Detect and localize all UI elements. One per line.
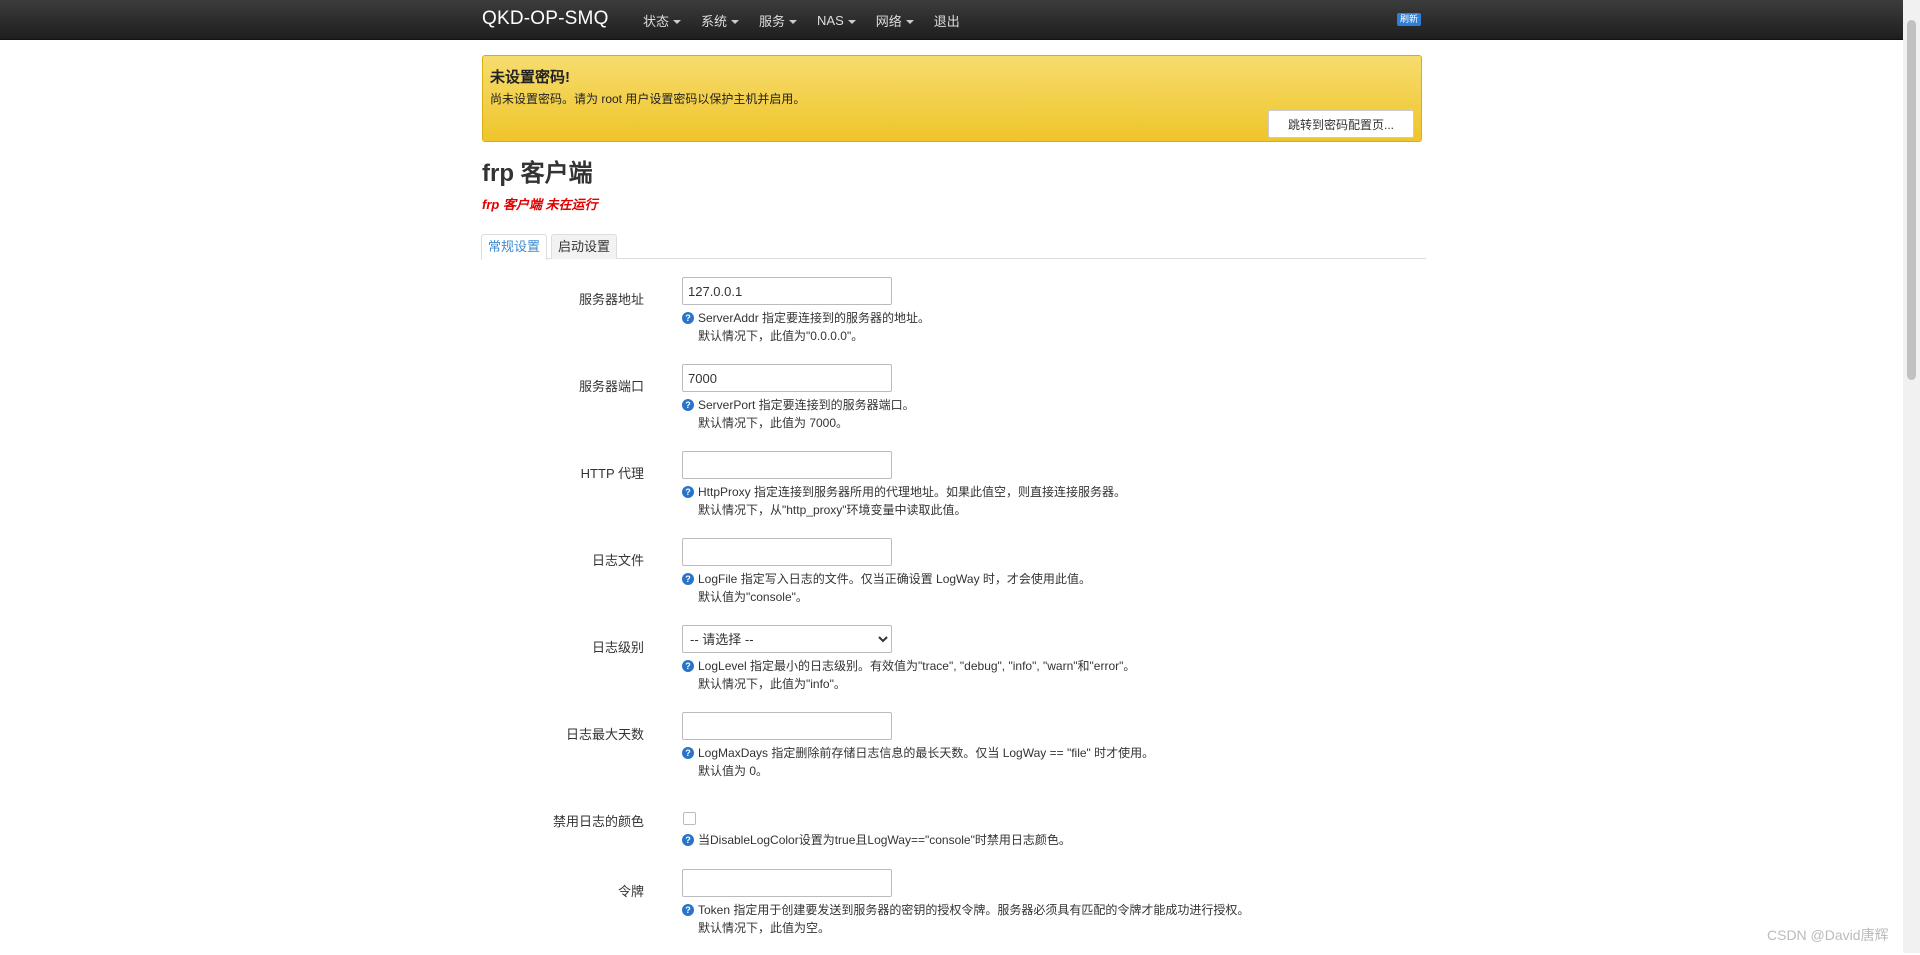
nav-item-logout[interactable]: 退出 bbox=[934, 11, 960, 30]
server-port-label: 服务器端口 bbox=[578, 379, 644, 394]
http-proxy-help: ? HttpProxy 指定连接到服务器所用的代理地址。如果此值空，则直接连接服务… bbox=[682, 483, 1126, 500]
form-row-server-addr: 服务器地址 ?ServerAddr 指定要连接到的服务器的地址。 默认情况下，此… bbox=[482, 277, 1422, 363]
tab-general-settings[interactable]: 常规设置 bbox=[481, 234, 548, 260]
server-addr-input[interactable] bbox=[682, 277, 892, 305]
goto-password-button[interactable]: 跳转到密码配置页... bbox=[1268, 110, 1414, 138]
log-file-help-default: 默认值为"console"。 bbox=[698, 590, 808, 604]
help-icon: ? bbox=[682, 311, 694, 324]
alert-text: 尚未设置密码。请为 root 用户设置密码以保护主机并启用。 bbox=[490, 92, 806, 106]
help-icon: ? bbox=[682, 833, 694, 846]
caret-down-icon bbox=[847, 19, 856, 24]
nav-item-nas[interactable]: NAS bbox=[817, 11, 856, 30]
service-status: frp 客户端 未在运行 bbox=[482, 197, 598, 212]
brand-title[interactable]: QKD-OP-SMQ bbox=[482, 8, 609, 30]
refresh-badge[interactable]: 刷新 bbox=[1397, 13, 1422, 26]
server-addr-help: ? ServerAddr 指定要连接到的服务器的地址。 bbox=[682, 309, 930, 326]
token-input[interactable] bbox=[682, 869, 892, 897]
help-icon: ? bbox=[682, 903, 694, 916]
nav-menu: 状态 系统 服务 NAS 网络 退出 bbox=[643, 11, 980, 30]
token-help-default: 默认情况下，此值为空。 bbox=[698, 921, 831, 935]
server-addr-label: 服务器地址 bbox=[578, 292, 644, 307]
alert-title: 未设置密码! bbox=[490, 69, 570, 86]
vertical-scrollbar[interactable] bbox=[1903, 0, 1920, 953]
log-max-days-label: 日志最大天数 bbox=[565, 727, 644, 742]
log-max-days-help: ? LogMaxDays 指定删除前存储日志信息的最长天数。仅当 LogWay =… bbox=[682, 744, 1154, 761]
log-level-label: 日志级别 bbox=[591, 640, 644, 655]
form-row-log-file: 日志文件 ? LogFile 指定写入日志的文件。仅当正确设置 LogWay 时，… bbox=[482, 538, 1422, 624]
disable-log-color-label: 禁用日志的颜色 bbox=[552, 814, 644, 829]
help-icon: ? bbox=[682, 659, 694, 672]
form-row-server-port: 服务器端口 ?ServerPort 指定要连接到的服务器端口。 默认情况下，此值… bbox=[482, 364, 1422, 450]
form-row-log-level: 日志级别 -- 请选择 -- ? LogLevel 指定最小的日志级别。有效值为"… bbox=[482, 625, 1422, 711]
log-max-days-help-default: 默认值为 0。 bbox=[698, 764, 769, 778]
scrollbar-thumb[interactable] bbox=[1907, 20, 1916, 380]
token-help: ? Token 指定用于创建要发送到服务器的密钥的授权令牌。服务器必须具有匹配的令… bbox=[682, 901, 1249, 918]
token-label: 令牌 bbox=[617, 884, 644, 899]
log-max-days-input[interactable] bbox=[682, 712, 892, 740]
form-row-token: 令牌 ? Token 指定用于创建要发送到服务器的密钥的授权令牌。服务器必须具有匹… bbox=[482, 869, 1422, 955]
server-port-help-default: 默认情况下，此值为 7000。 bbox=[698, 416, 849, 430]
help-icon: ? bbox=[682, 746, 694, 759]
nav-item-status[interactable]: 状态 bbox=[643, 11, 682, 30]
http-proxy-input[interactable] bbox=[682, 451, 892, 479]
disable-log-color-checkbox[interactable] bbox=[683, 812, 696, 825]
page-title: frp 客户端 bbox=[482, 160, 593, 187]
form-row-http-proxy: HTTP 代理 ? HttpProxy 指定连接到服务器所用的代理地址。如果此值空… bbox=[482, 451, 1422, 537]
tab-startup-settings[interactable]: 启动设置 bbox=[551, 234, 618, 259]
top-navbar: QKD-OP-SMQ 状态 系统 服务 NAS 网络 退出 刷新 bbox=[0, 0, 1920, 40]
log-file-input[interactable] bbox=[682, 538, 892, 566]
log-level-help-default: 默认情况下，此值为"info"。 bbox=[698, 677, 846, 691]
http-proxy-help-default: 默认情况下，从"http_proxy"环境变量中读取此值。 bbox=[698, 503, 967, 517]
caret-down-icon bbox=[731, 19, 740, 24]
no-password-alert: 未设置密码! 尚未设置密码。请为 root 用户设置密码以保护主机并启用。 跳转… bbox=[482, 55, 1422, 142]
server-port-help: ? ServerPort 指定要连接到的服务器端口。 bbox=[682, 396, 915, 413]
log-level-help: ? LogLevel 指定最小的日志级别。有效值为"trace", "debug"… bbox=[682, 657, 1135, 674]
nav-item-network[interactable]: 网络 bbox=[876, 11, 914, 30]
caret-down-icon bbox=[905, 19, 914, 24]
log-level-select[interactable]: -- 请选择 -- bbox=[682, 625, 892, 653]
server-addr-help-default: 默认情况下，此值为"0.0.0.0"。 bbox=[698, 329, 864, 343]
disable-log-color-help: ? 当DisableLogColor设置为true且LogWay=="consol… bbox=[682, 831, 1071, 848]
log-file-label: 日志文件 bbox=[591, 553, 644, 568]
nav-item-system[interactable]: 系统 bbox=[701, 11, 740, 30]
watermark: CSDN @David唐辉 bbox=[1767, 927, 1889, 943]
help-icon: ? bbox=[682, 485, 694, 498]
nav-item-services[interactable]: 服务 bbox=[759, 11, 798, 30]
tabs-divider bbox=[482, 258, 1426, 259]
help-icon: ? bbox=[682, 572, 694, 585]
caret-down-icon bbox=[789, 19, 798, 24]
form-row-log-max-days: 日志最大天数 ? LogMaxDays 指定删除前存储日志信息的最长天数。仅当 L… bbox=[482, 712, 1422, 798]
http-proxy-label: HTTP 代理 bbox=[580, 466, 644, 481]
log-file-help: ? LogFile 指定写入日志的文件。仅当正确设置 LogWay 时，才会使用此… bbox=[682, 570, 1091, 587]
caret-down-icon bbox=[673, 19, 682, 24]
server-port-input[interactable] bbox=[682, 364, 892, 392]
help-icon: ? bbox=[682, 398, 694, 411]
